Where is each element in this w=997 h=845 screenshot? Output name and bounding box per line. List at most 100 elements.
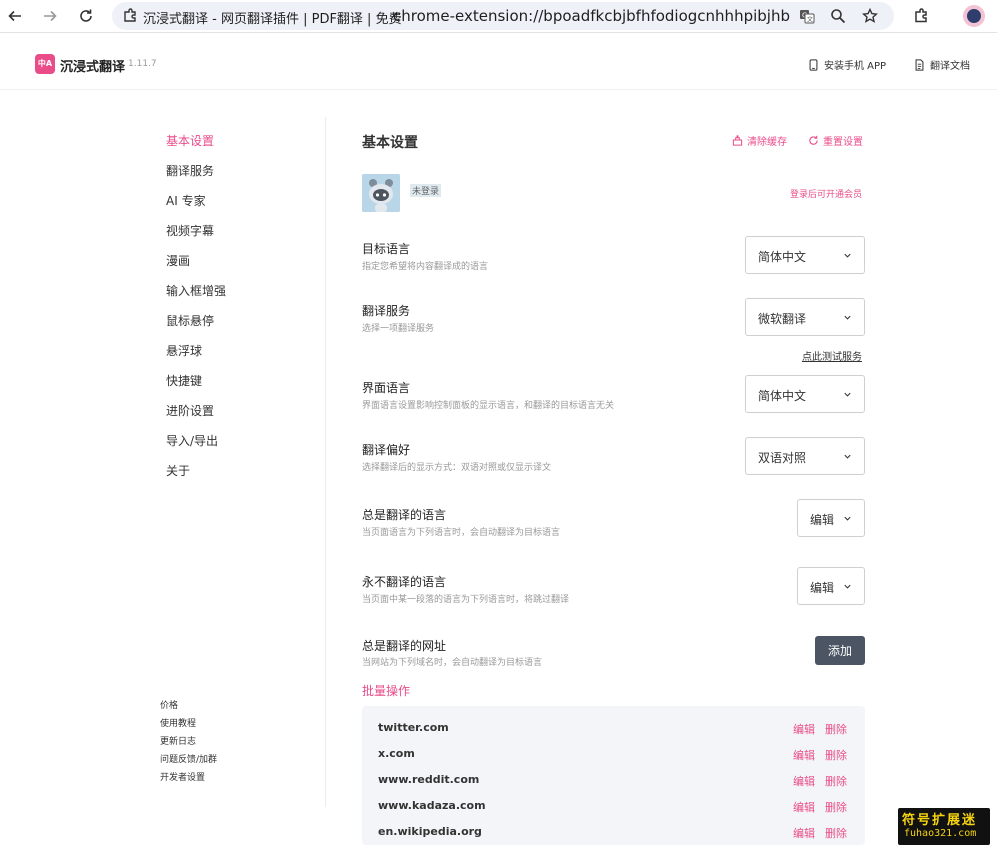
footer-link-pricing[interactable]: 价格 <box>160 698 178 711</box>
sidebar-item-float-ball[interactable]: 悬浮球 <box>166 342 202 359</box>
sidebar-item-input-enhance[interactable]: 输入框增强 <box>166 282 226 299</box>
footer-link-developer[interactable]: 开发者设置 <box>160 770 205 783</box>
chevron-down-icon <box>844 392 851 397</box>
user-avatar[interactable] <box>362 174 400 212</box>
app-header: 中A 沉浸式翻译 1.11.7 安装手机 APP 翻译文档 <box>0 40 997 90</box>
extensions-button[interactable] <box>910 5 932 27</box>
url-edit-button[interactable]: 编辑 <box>793 773 815 789</box>
setting-title-target-language: 目标语言 <box>362 242 411 256</box>
sidebar-item-shortcuts[interactable]: 快捷键 <box>166 372 202 389</box>
profile-image <box>967 9 981 23</box>
reset-settings-button[interactable]: 重置设置 <box>808 133 863 148</box>
document-icon <box>915 58 924 71</box>
translate-icon: G文 <box>800 10 815 24</box>
setting-desc-always-translate-languages: 当页面语言为下列语言时，会自动翻译为目标语言 <box>362 528 561 538</box>
chevron-down-icon <box>844 516 851 521</box>
sidebar-item-advanced[interactable]: 进阶设置 <box>166 402 214 419</box>
phone-icon <box>809 58 818 71</box>
translation-preference-select[interactable]: 双语对照 <box>745 437 865 475</box>
arrow-left-icon <box>8 10 21 22</box>
translation-service-select[interactable]: 微软翻译 <box>745 298 865 336</box>
always-translate-languages-edit[interactable]: 编辑 <box>797 499 865 537</box>
always-translate-languages-edit-label: 编辑 <box>810 513 835 527</box>
list-item: x.com 编辑 删除 <box>362 742 865 768</box>
address-bar[interactable]: 沉浸式翻译 - 网页翻译插件 | PDF翻译 | 免费 chrome-exten… <box>112 2 894 30</box>
sidebar-item-general[interactable]: 基本设置 <box>166 132 214 149</box>
footer-link-tutorial[interactable]: 使用教程 <box>160 716 196 729</box>
translation-service-value: 微软翻译 <box>758 312 807 326</box>
app-name: 沉浸式翻译 <box>60 60 126 75</box>
url-item-text: www.kadaza.com <box>378 799 486 812</box>
sidebar-item-manga[interactable]: 漫画 <box>166 252 190 269</box>
sidebar-item-about[interactable]: 关于 <box>166 462 190 479</box>
install-app-link[interactable]: 安装手机 APP <box>808 57 886 72</box>
vip-link[interactable]: 登录后可开通会员 <box>790 187 862 200</box>
ui-language-select[interactable]: 简体中文 <box>745 375 865 413</box>
url-edit-button[interactable]: 编辑 <box>793 747 815 763</box>
chevron-down-icon <box>844 584 851 589</box>
arrow-right-icon <box>44 10 57 22</box>
url-edit-button[interactable]: 编辑 <box>793 825 815 841</box>
target-language-value: 简体中文 <box>758 250 807 264</box>
footer-link-changelog[interactable]: 更新日志 <box>160 734 196 747</box>
setting-desc-translation-service: 选择一项翻译服务 <box>362 324 435 334</box>
watermark: 符号扩展迷 fuhao321.com <box>898 808 990 845</box>
sidebar-item-mouse-hover[interactable]: 鼠标悬停 <box>166 312 214 329</box>
eraser-icon <box>732 135 743 146</box>
setting-title-translation-service: 翻译服务 <box>362 304 411 318</box>
url-delete-button[interactable]: 删除 <box>825 825 847 841</box>
url-text[interactable]: chrome-extension://bpoadfkcbjbfhfodiogcn… <box>393 7 791 25</box>
setting-desc-translation-preference: 选择翻译后的显示方式：双语对照或仅显示译文 <box>362 463 552 473</box>
star-icon <box>862 8 878 23</box>
back-button[interactable] <box>3 4 27 28</box>
url-delete-button[interactable]: 删除 <box>825 721 847 737</box>
list-item: www.reddit.com 编辑 删除 <box>362 768 865 794</box>
url-delete-button[interactable]: 删除 <box>825 773 847 789</box>
footer-link-feedback[interactable]: 问题反馈/加群 <box>160 752 217 765</box>
reload-button[interactable] <box>74 4 98 28</box>
translate-page-button[interactable]: G文 <box>797 6 817 26</box>
translate-doc-link[interactable]: 翻译文档 <box>914 57 970 72</box>
sidebar-item-video-subtitles[interactable]: 视频字幕 <box>166 222 214 239</box>
url-item-text: x.com <box>378 747 415 760</box>
install-app-label: 安装手机 APP <box>824 61 887 72</box>
add-url-button[interactable]: 添加 <box>815 636 865 665</box>
puzzle-icon <box>915 8 927 23</box>
app-logo: 中A <box>35 54 55 74</box>
url-item-text: twitter.com <box>378 721 449 734</box>
translation-preference-value: 双语对照 <box>758 451 807 465</box>
url-delete-button[interactable]: 删除 <box>825 799 847 815</box>
page-title: 基本设置 <box>362 135 418 151</box>
url-edit-button[interactable]: 编辑 <box>793 799 815 815</box>
sidebar-item-translation-services[interactable]: 翻译服务 <box>166 162 214 179</box>
browser-toolbar: 沉浸式翻译 - 网页翻译插件 | PDF翻译 | 免费 chrome-exten… <box>0 0 997 33</box>
list-item: en.wikipedia.org 编辑 删除 <box>362 820 865 845</box>
url-item-text: en.wikipedia.org <box>378 825 482 838</box>
url-item-text: www.reddit.com <box>378 773 480 786</box>
bulk-operations-link[interactable]: 批量操作 <box>362 682 410 699</box>
bookmark-button[interactable] <box>860 6 880 26</box>
sidebar-item-import-export[interactable]: 导入/导出 <box>166 432 218 449</box>
list-item: www.kadaza.com 编辑 删除 <box>362 794 865 820</box>
setting-title-translation-preference: 翻译偏好 <box>362 443 411 457</box>
reload-icon <box>80 9 92 22</box>
setting-title-ui-language: 界面语言 <box>362 381 411 395</box>
clear-cache-button[interactable]: 清除缓存 <box>732 133 787 148</box>
setting-title-never-translate-languages: 永不翻译的语言 <box>362 575 447 589</box>
test-service-link[interactable]: 点此测试服务 <box>802 348 862 363</box>
login-status[interactable]: 未登录 <box>410 184 442 197</box>
svg-text:文: 文 <box>807 16 813 24</box>
url-list: twitter.com 编辑 删除 x.com 编辑 删除 www.reddit… <box>362 706 865 845</box>
reset-settings-label: 重置设置 <box>823 137 863 148</box>
forward-button[interactable] <box>38 4 62 28</box>
clear-cache-label: 清除缓存 <box>747 137 787 148</box>
target-language-select[interactable]: 简体中文 <box>745 236 865 274</box>
robot-avatar-icon <box>362 174 400 212</box>
zoom-button[interactable] <box>828 6 848 26</box>
profile-avatar[interactable] <box>963 5 985 27</box>
sidebar-item-ai-expert[interactable]: AI 专家 <box>166 192 206 209</box>
never-translate-languages-edit[interactable]: 编辑 <box>797 567 865 605</box>
url-delete-button[interactable]: 删除 <box>825 747 847 763</box>
zoom-icon <box>831 9 846 24</box>
url-edit-button[interactable]: 编辑 <box>793 721 815 737</box>
